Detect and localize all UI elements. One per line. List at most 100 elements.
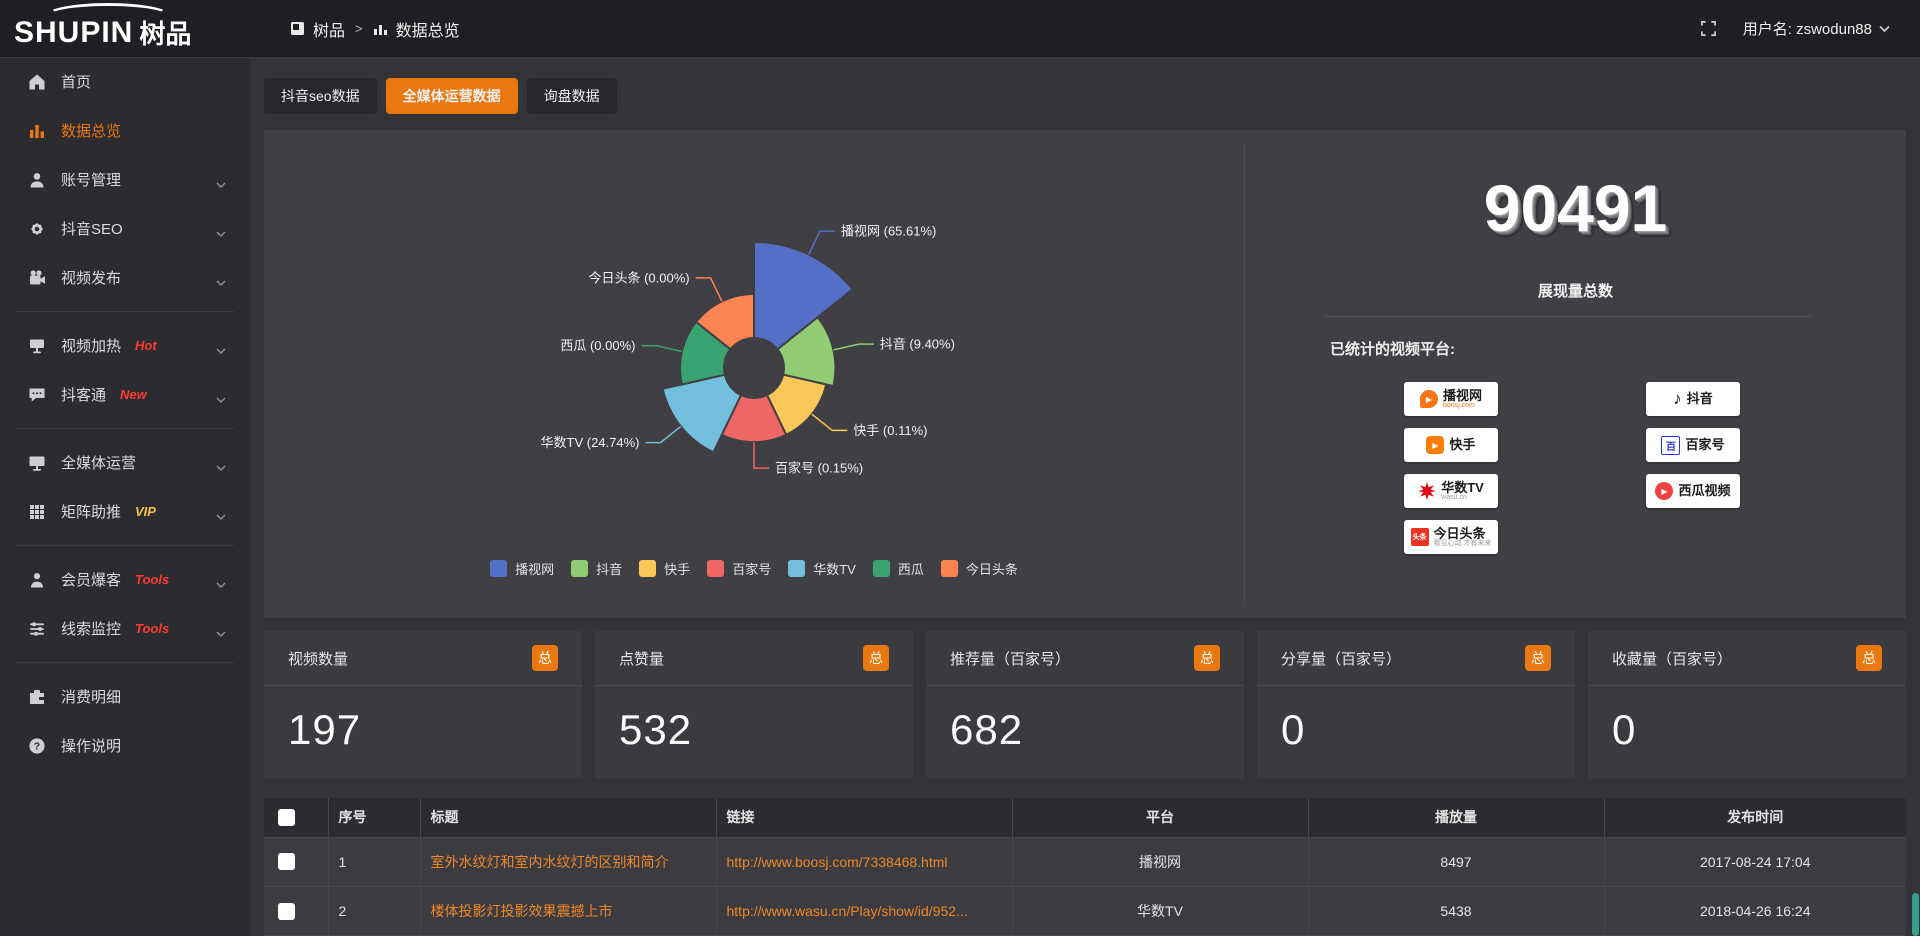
- sidebar-item-badge: Hot: [135, 338, 157, 353]
- legend-label: 百家号: [732, 559, 771, 578]
- sidebar-item-会员爆客[interactable]: 会员爆客Tools: [0, 555, 250, 604]
- sidebar-item-抖客通[interactable]: 抖客通New: [0, 370, 250, 419]
- tab-抖音seo数据[interactable]: 抖音seo数据: [264, 78, 377, 114]
- sidebar-item-视频加热[interactable]: 视频加热Hot: [0, 321, 250, 370]
- videos-table: 序号标题链接平台播放量发布时间 1室外水纹灯和室内水纹灯的区别和简介http:/…: [264, 798, 1906, 936]
- wallet-icon: [28, 688, 46, 706]
- stat-card-label: 点赞量: [619, 648, 664, 669]
- total-badge: 总: [863, 645, 889, 671]
- stat-card-label: 分享量（百家号）: [1281, 648, 1401, 669]
- sidebar-item-label: 操作说明: [61, 735, 121, 756]
- sidebar-item-label: 抖音SEO: [61, 218, 123, 239]
- stat-card-label: 收藏量（百家号）: [1612, 648, 1732, 669]
- sidebar-item-操作说明[interactable]: ?操作说明: [0, 721, 250, 770]
- chevron-down-icon: [216, 176, 226, 183]
- legend-item-今日头条[interactable]: 今日头条: [941, 559, 1018, 578]
- platform-badge-今日头条: 头条今日头条看见心动 才有未来: [1404, 520, 1498, 554]
- screen-heat-icon: [28, 337, 46, 355]
- row-index: 2: [328, 886, 420, 935]
- legend-item-快手[interactable]: 快手: [639, 559, 690, 578]
- row-checkbox[interactable]: [278, 853, 295, 870]
- sidebar-item-消费明细[interactable]: 消费明细: [0, 672, 250, 721]
- legend-swatch: [639, 560, 656, 577]
- total-badge: 总: [1194, 645, 1220, 671]
- legend-item-百家号[interactable]: 百家号: [707, 559, 771, 578]
- platform-badge-text: 百家号: [1685, 438, 1724, 452]
- row-published: 2017-08-24 17:04: [1604, 837, 1906, 886]
- breadcrumb-current[interactable]: 数据总览: [396, 17, 460, 41]
- pie-slice-华数TV[interactable]: [663, 375, 741, 453]
- row-platform: 播视网: [1012, 837, 1308, 886]
- scrollbar-thumb[interactable]: [1912, 893, 1919, 936]
- platform-name: 西瓜视频: [1678, 484, 1730, 498]
- sidebar-item-视频发布[interactable]: 视频发布: [0, 253, 250, 302]
- legend-item-华数TV[interactable]: 华数TV: [788, 559, 856, 578]
- stat-card-header: 收藏量（百家号）总: [1588, 631, 1906, 686]
- stat-cards-row: 视频数量总197点赞量总532推荐量（百家号）总682分享量（百家号）总0收藏量…: [264, 631, 1906, 778]
- legend-label: 播视网: [515, 559, 554, 578]
- toutiao-logo: 头条: [1411, 528, 1429, 546]
- legend-item-抖音[interactable]: 抖音: [571, 559, 622, 578]
- column-header-播放量: 播放量: [1308, 798, 1604, 837]
- sidebar-item-线索监控[interactable]: 线索监控Tools: [0, 604, 250, 653]
- username-menu[interactable]: 用户名: zswodun88: [1743, 18, 1890, 39]
- column-header-序号: 序号: [328, 798, 420, 837]
- row-platform: 华数TV: [1012, 886, 1308, 935]
- sidebar-divider: [16, 428, 234, 429]
- sliders-icon: [28, 620, 46, 638]
- row-select-cell: [264, 886, 328, 935]
- person-icon: [28, 571, 46, 589]
- pie-slice-label: 百家号 (0.15%): [775, 461, 863, 476]
- sidebar-item-badge: Tools: [135, 572, 169, 587]
- stat-card-value: 532: [595, 686, 913, 754]
- sidebar-menu: 首页数据总览账号管理抖音SEO 视频发布视频加热Hot抖客通New 全媒体运营矩阵助…: [0, 57, 250, 770]
- legend-item-播视网[interactable]: 播视网: [490, 559, 554, 578]
- row-checkbox[interactable]: [278, 903, 295, 920]
- stat-card-分享量（百家号）: 分享量（百家号）总0: [1257, 631, 1575, 778]
- stat-card-value: 0: [1257, 686, 1575, 754]
- legend-item-西瓜[interactable]: 西瓜: [873, 559, 924, 578]
- sidebar-item-label: 首页: [61, 71, 91, 92]
- breadcrumb-root[interactable]: 树品: [313, 17, 345, 41]
- sidebar-item-全媒体运营[interactable]: 全媒体运营: [0, 438, 250, 487]
- summary-divider: [1325, 316, 1811, 317]
- platform-name: 快手: [1449, 438, 1475, 452]
- platform-subtext: boosj.com: [1443, 402, 1482, 409]
- pie-label-leader-line: [809, 231, 835, 254]
- sidebar-item-抖音SEO[interactable]: 抖音SEO: [0, 204, 250, 253]
- tab-全媒体运营数据[interactable]: 全媒体运营数据: [386, 78, 518, 114]
- video-title-link[interactable]: 楼体投影灯投影效果震撼上市: [431, 903, 613, 919]
- platform-badge-text: 快手: [1449, 438, 1475, 452]
- stat-card-收藏量（百家号）: 收藏量（百家号）总0: [1588, 631, 1906, 778]
- bar-chart-icon: [28, 122, 46, 140]
- legend-label: 今日头条: [966, 559, 1018, 578]
- douyin-logo: ♪: [1673, 389, 1682, 409]
- app-root: SHUPIN 树品 树品 > 数据总览 用户名: zswodun88 首页数据总: [0, 0, 1920, 936]
- breadcrumb: 树品 > 数据总览: [290, 17, 460, 41]
- legend-swatch: [873, 560, 890, 577]
- column-header-平台: 平台: [1012, 798, 1308, 837]
- pie-label-leader-line: [696, 278, 722, 301]
- select-all-checkbox[interactable]: [278, 809, 295, 826]
- sidebar-item-矩阵助推[interactable]: 矩阵助推VIP: [0, 487, 250, 536]
- sidebar: 首页数据总览账号管理抖音SEO 视频发布视频加热Hot抖客通New 全媒体运营矩阵助…: [0, 57, 250, 936]
- baijiahao-logo: 百: [1661, 436, 1680, 455]
- sidebar-item-数据总览[interactable]: 数据总览: [0, 106, 250, 155]
- legend-label: 抖音: [596, 559, 622, 578]
- total-impressions-label: 展现量总数: [1245, 280, 1906, 301]
- platform-badge-text: 播视网boosj.com: [1443, 389, 1482, 410]
- video-url-link[interactable]: http://www.boosj.com/7338468.html: [727, 854, 948, 870]
- video-url-link[interactable]: http://www.wasu.cn/Play/show/id/952...: [727, 903, 968, 919]
- legend-label: 华数TV: [813, 559, 856, 578]
- column-header-链接: 链接: [716, 798, 1012, 837]
- column-header-select: [264, 798, 328, 837]
- sidebar-item-账号管理[interactable]: 账号管理: [0, 155, 250, 204]
- stat-card-推荐量（百家号）: 推荐量（百家号）总682: [926, 631, 1244, 778]
- sidebar-item-label: 全媒体运营: [61, 452, 136, 473]
- video-title-link[interactable]: 室外水纹灯和室内水纹灯的区别和简介: [431, 854, 669, 870]
- sidebar-item-首页[interactable]: 首页: [0, 57, 250, 106]
- app-logo[interactable]: SHUPIN 树品: [0, 0, 250, 57]
- tab-询盘数据[interactable]: 询盘数据: [527, 78, 617, 114]
- total-badge: 总: [532, 645, 558, 671]
- fullscreen-icon[interactable]: [1700, 20, 1717, 37]
